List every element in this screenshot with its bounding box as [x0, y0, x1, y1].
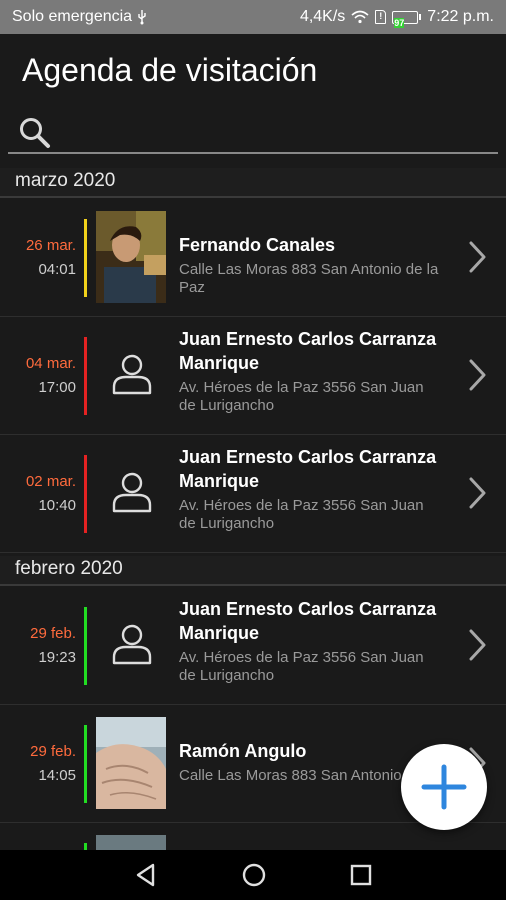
visit-row[interactable]: 26 mar. 04:01 Fernando Canales Calle Las…	[0, 199, 506, 317]
chevron-right-icon[interactable]	[468, 627, 488, 663]
status-indicator	[84, 725, 87, 803]
status-right: 4,4K/s ! 97 7:22 p.m.	[299, 8, 494, 28]
recents-icon[interactable]	[349, 863, 373, 887]
clock: 7:22 p.m.	[427, 8, 494, 25]
carrier-label: Solo emergencia	[12, 8, 133, 25]
add-visit-button[interactable]	[401, 744, 487, 830]
chevron-right-icon[interactable]	[468, 239, 488, 275]
contact-name: Juan Ernesto Carlos Carranza Manrique	[179, 329, 437, 373]
sim-alert-icon: !	[375, 10, 387, 24]
home-icon[interactable]	[241, 862, 267, 888]
status-left: Solo emergencia	[12, 8, 148, 26]
visit-time: 04:01	[38, 261, 76, 278]
contact-photo	[96, 835, 166, 850]
contact-address: Calle Las Moras 883 San Antonio	[179, 767, 402, 784]
contact-name: Ramón Angulo	[179, 741, 307, 761]
system-nav-bar	[0, 850, 506, 900]
chevron-right-icon[interactable]	[468, 357, 488, 393]
wifi-icon	[351, 10, 369, 24]
status-indicator	[84, 607, 87, 685]
status-bar: Solo emergencia 4,4K/s ! 97 7:22 p.m.	[0, 0, 506, 34]
section-header-march: marzo 2020	[0, 168, 506, 198]
visit-row[interactable]: 02 mar. 10:40 Juan Ernesto Carlos Carran…	[0, 435, 506, 553]
section-header-february: febrero 2020	[0, 556, 506, 586]
section-label: marzo 2020	[15, 170, 116, 191]
contact-address: Av. Héroes de la Paz 3556 San Juan de Lu…	[179, 497, 424, 532]
user-icon	[112, 624, 152, 665]
net-speed: 4,4K/s	[299, 8, 346, 25]
user-icon	[112, 472, 152, 513]
visit-day: 29 feb.	[30, 625, 76, 642]
contact-address: Calle Las Moras 883 San Antonio de la Pa…	[179, 261, 439, 296]
visit-day: 26 mar.	[25, 237, 76, 254]
search-icon[interactable]	[18, 116, 52, 150]
usb-icon	[138, 10, 146, 25]
visit-day: 04 mar.	[25, 355, 76, 372]
status-indicator	[84, 843, 87, 850]
status-indicator	[84, 337, 87, 415]
contact-address: Av. Héroes de la Paz 3556 San Juan de Lu…	[179, 379, 424, 414]
visit-time: 17:00	[38, 379, 76, 396]
back-icon[interactable]	[133, 862, 159, 888]
status-indicator	[84, 219, 87, 297]
visit-day: 02 mar.	[25, 473, 76, 490]
search-input[interactable]	[58, 116, 488, 146]
search-bar[interactable]	[8, 110, 498, 154]
section-label: febrero 2020	[15, 558, 123, 579]
contact-name: Juan Ernesto Carlos Carranza Manrique	[179, 599, 437, 643]
visit-time: 14:05	[38, 767, 76, 784]
contact-name: Fernando Canales	[179, 235, 336, 255]
contact-address: Av. Héroes de la Paz 3556 San Juan de Lu…	[179, 649, 424, 684]
battery-icon: 97	[392, 10, 422, 28]
chevron-right-icon[interactable]	[468, 475, 488, 511]
user-icon	[112, 354, 152, 395]
contact-photo	[96, 717, 166, 809]
contact-name: Juan Ernesto Carlos Carranza Manrique	[179, 447, 437, 491]
plus-icon	[421, 764, 467, 810]
visit-day: 29 feb.	[30, 743, 76, 760]
page-title: Agenda de visitación	[22, 52, 318, 88]
status-indicator	[84, 455, 87, 533]
visit-time: 19:23	[38, 649, 76, 666]
battery-level: 97	[394, 17, 405, 28]
contact-photo	[96, 211, 166, 303]
visit-row[interactable]: 04 mar. 17:00 Juan Ernesto Carlos Carran…	[0, 317, 506, 435]
visit-row[interactable]: 29 feb. 19:23 Juan Ernesto Carlos Carran…	[0, 587, 506, 705]
visit-time: 10:40	[38, 497, 76, 514]
